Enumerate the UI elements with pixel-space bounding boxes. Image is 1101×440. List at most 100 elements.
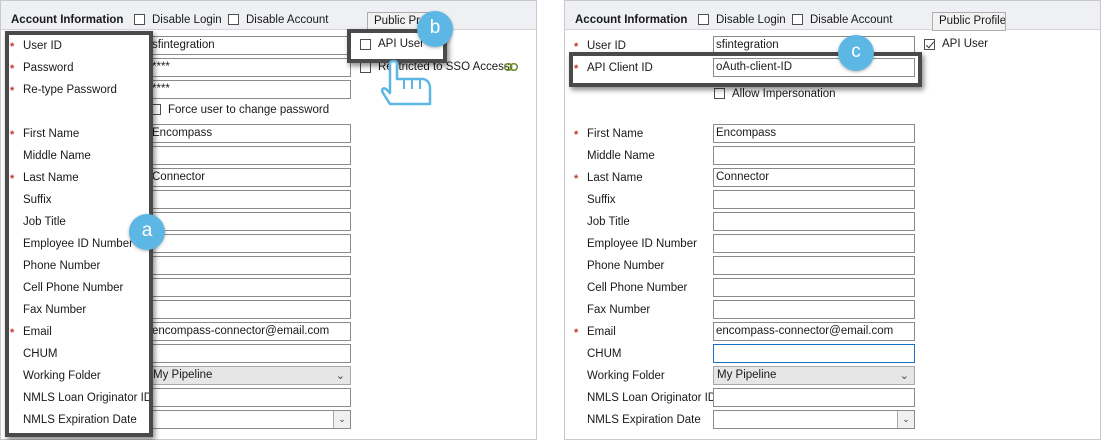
employee-id-input[interactable] <box>713 234 915 253</box>
fax-number-label: Fax Number <box>23 304 87 316</box>
cell-phone-label: Cell Phone Number <box>23 282 124 294</box>
required-star-icon: * <box>10 129 15 141</box>
nmls-expiration-date-label: NMLS Expiration Date <box>587 414 701 426</box>
email-input[interactable]: encompass-connector@email.com <box>713 322 915 341</box>
job-title-label: Job Title <box>23 216 66 228</box>
required-star-icon: * <box>574 327 579 339</box>
phone-number-input[interactable] <box>149 256 351 275</box>
restricted-sso-checkbox[interactable] <box>360 62 371 73</box>
nmls-originator-id-input[interactable] <box>713 388 915 407</box>
retype-password-label: Re-type Password <box>23 84 117 96</box>
chum-input[interactable] <box>149 344 351 363</box>
nmls-expiration-date-input[interactable]: ⌄ <box>149 410 351 429</box>
required-star-icon: * <box>574 41 579 53</box>
first-name-label: First Name <box>587 128 644 140</box>
suffix-input[interactable] <box>713 190 915 209</box>
last-name-input[interactable]: Connector <box>149 168 351 187</box>
required-star-icon: * <box>10 173 15 185</box>
cell-phone-input[interactable] <box>713 278 915 297</box>
chevron-down-icon: ⌄ <box>899 370 909 382</box>
last-name-input[interactable]: Connector <box>713 168 915 187</box>
phone-number-input[interactable] <box>713 256 915 275</box>
cell-phone-label: Cell Phone Number <box>587 282 688 294</box>
disable-login-checkbox[interactable] <box>134 14 145 25</box>
chevron-down-icon[interactable]: ⌄ <box>333 411 350 428</box>
working-folder-value: My Pipeline <box>153 369 213 381</box>
api-user-checkbox[interactable] <box>924 39 935 50</box>
required-star-icon: * <box>574 63 579 75</box>
first-name-label: First Name <box>23 128 80 140</box>
required-star-icon: * <box>10 41 15 53</box>
required-star-icon: * <box>10 63 15 75</box>
suffix-input[interactable] <box>149 190 351 209</box>
phone-number-label: Phone Number <box>587 260 665 272</box>
nmls-originator-id-input[interactable] <box>149 388 351 407</box>
working-folder-select[interactable]: My Pipeline ⌄ <box>149 366 351 385</box>
callout-c-badge: c <box>838 35 874 71</box>
working-folder-select[interactable]: My Pipeline ⌄ <box>713 366 915 385</box>
job-title-label: Job Title <box>587 216 630 228</box>
job-title-input[interactable] <box>149 212 351 231</box>
fax-number-input[interactable] <box>713 300 915 319</box>
account-panel-after: Account Information Disable Login Disabl… <box>564 0 1101 440</box>
allow-impersonation-checkbox[interactable] <box>714 88 725 99</box>
employee-id-input[interactable] <box>149 234 351 253</box>
email-input[interactable]: encompass-connector@email.com <box>149 322 351 341</box>
middle-name-input[interactable] <box>149 146 351 165</box>
chain-link-icon[interactable] <box>504 63 518 71</box>
api-user-label: API User <box>378 38 425 50</box>
retype-password-input[interactable]: **** <box>149 80 351 99</box>
disable-account-checkbox[interactable] <box>228 14 239 25</box>
allow-impersonation-label: Allow Impersonation <box>732 88 836 100</box>
required-star-icon: * <box>574 129 579 141</box>
disable-account-checkbox[interactable] <box>792 14 803 25</box>
force-change-password-label: Force user to change password <box>168 104 330 116</box>
nmls-expiration-date-label: NMLS Expiration Date <box>23 414 137 426</box>
required-star-icon: * <box>10 85 15 97</box>
password-label: Password <box>23 62 74 74</box>
api-user-label: API User <box>942 38 989 50</box>
user-id-input[interactable]: sfintegration <box>713 36 915 55</box>
working-folder-label: Working Folder <box>23 370 101 382</box>
suffix-label: Suffix <box>587 194 616 206</box>
disable-account-label: Disable Account <box>810 14 893 26</box>
callout-b-badge: b <box>417 11 453 47</box>
middle-name-label: Middle Name <box>23 150 91 162</box>
disable-account-label: Disable Account <box>246 14 329 26</box>
employee-id-label: Employee ID Number <box>23 238 133 250</box>
api-client-id-label: API Client ID <box>587 62 653 74</box>
nmls-originator-id-label: NMLS Loan Originator ID <box>587 392 717 404</box>
api-client-id-input[interactable]: oAuth-client-ID <box>713 58 915 77</box>
disable-login-label: Disable Login <box>716 14 786 26</box>
user-id-label: User ID <box>23 40 62 52</box>
email-label: Email <box>587 326 616 338</box>
first-name-input[interactable]: Encompass <box>713 124 915 143</box>
stage: Account Information Disable Login Disabl… <box>0 0 1101 440</box>
nmls-originator-id-label: NMLS Loan Originator ID <box>23 392 153 404</box>
header-title: Account Information <box>575 14 688 26</box>
last-name-label: Last Name <box>587 172 643 184</box>
chum-label: CHUM <box>587 348 622 360</box>
fax-number-input[interactable] <box>149 300 351 319</box>
user-id-label: User ID <box>587 40 626 52</box>
fax-number-label: Fax Number <box>587 304 651 316</box>
user-id-input[interactable]: sfintegration <box>149 36 351 55</box>
working-folder-label: Working Folder <box>587 370 665 382</box>
job-title-input[interactable] <box>713 212 915 231</box>
chum-input[interactable] <box>713 344 915 363</box>
chevron-down-icon[interactable]: ⌄ <box>897 411 914 428</box>
first-name-input[interactable]: Encompass <box>149 124 351 143</box>
nmls-expiration-date-input[interactable]: ⌄ <box>713 410 915 429</box>
required-star-icon: * <box>10 327 15 339</box>
api-user-checkbox[interactable] <box>360 39 371 50</box>
force-change-password-checkbox[interactable] <box>150 104 161 115</box>
employee-id-label: Employee ID Number <box>587 238 697 250</box>
middle-name-input[interactable] <box>713 146 915 165</box>
working-folder-value: My Pipeline <box>717 369 777 381</box>
public-profile-button[interactable]: Public Profile <box>932 12 1006 31</box>
cell-phone-input[interactable] <box>149 278 351 297</box>
callout-a-badge: a <box>129 214 165 250</box>
disable-login-checkbox[interactable] <box>698 14 709 25</box>
account-panel-before: Account Information Disable Login Disabl… <box>0 0 537 440</box>
password-input[interactable]: **** <box>149 58 351 77</box>
